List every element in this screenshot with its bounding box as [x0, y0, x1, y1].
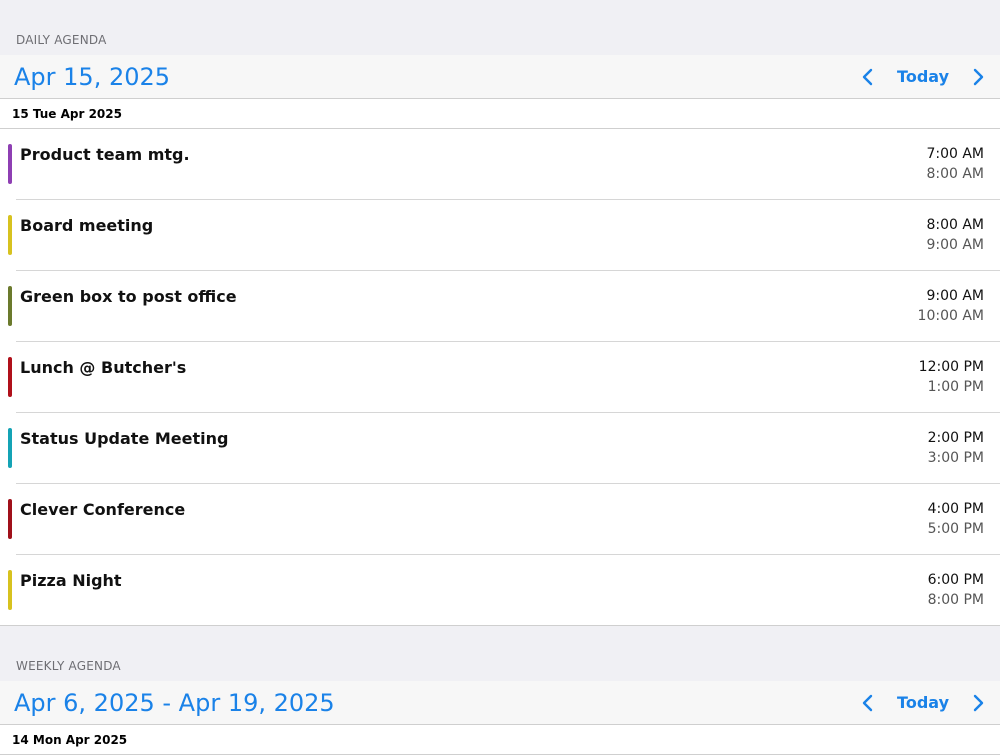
event-end-time: 9:00 AM — [926, 237, 984, 253]
event-start-time: 6:00 PM — [927, 572, 984, 588]
daily-agenda-title: Apr 15, 2025 — [14, 62, 171, 91]
event-color-bar — [8, 286, 12, 326]
event-end-time: 8:00 AM — [926, 166, 984, 182]
event-color-bar — [8, 144, 12, 184]
event-color-bar — [8, 499, 12, 539]
event-end-time: 1:00 PM — [927, 379, 984, 395]
event-end-time: 8:00 PM — [927, 592, 984, 608]
event-end-time: 5:00 PM — [927, 521, 984, 537]
event-title: Pizza Night — [20, 571, 122, 590]
daily-agenda-header: Apr 15, 2025 Today — [0, 55, 1000, 99]
daily-agenda-nav: Today — [861, 67, 985, 86]
weekly-agenda-nav: Today — [861, 693, 985, 712]
event-title: Lunch @ Butcher's — [20, 358, 187, 377]
daily-today-button[interactable]: Today — [889, 67, 957, 86]
event-start-time: 4:00 PM — [927, 501, 984, 517]
event-item[interactable]: Lunch @ Butcher's 12:00 PM 1:00 PM — [0, 342, 1000, 413]
event-start-time: 7:00 AM — [926, 146, 984, 162]
weekly-today-button[interactable]: Today — [889, 693, 957, 712]
event-color-bar — [8, 215, 12, 255]
weekly-prev-button[interactable] — [861, 694, 875, 712]
event-title: Clever Conference — [20, 500, 186, 519]
event-title: Board meeting — [20, 216, 154, 235]
daily-event-list: Product team mtg. 7:00 AM 8:00 AM Board mee… — [0, 129, 1000, 626]
event-title: Product team mtg. — [20, 145, 190, 164]
event-item[interactable]: Clever Conference 4:00 PM 5:00 PM — [0, 484, 1000, 555]
daily-agenda-section: DAILY AGENDA Apr 15, 2025 Today 15 Tue A… — [0, 0, 1000, 626]
chevron-left-icon — [862, 694, 873, 711]
daily-next-button[interactable] — [971, 68, 985, 86]
event-color-bar — [8, 570, 12, 610]
event-title: Status Update Meeting — [20, 429, 229, 448]
event-item[interactable]: Pizza Night 6:00 PM 8:00 PM — [0, 555, 1000, 626]
event-end-time: 3:00 PM — [927, 450, 984, 466]
event-start-time: 9:00 AM — [926, 288, 984, 304]
event-item[interactable]: Green box to post office 9:00 AM 10:00 AM — [0, 271, 1000, 342]
event-item[interactable]: Product team mtg. 7:00 AM 8:00 AM — [0, 129, 1000, 200]
weekly-day-header: 14 Mon Apr 2025 — [0, 725, 1000, 755]
weekly-agenda-section: WEEKLY AGENDA Apr 6, 2025 - Apr 19, 2025… — [0, 626, 1000, 755]
daily-day-header: 15 Tue Apr 2025 — [0, 99, 1000, 129]
weekly-agenda-title: Apr 6, 2025 - Apr 19, 2025 — [14, 688, 335, 717]
event-end-time: 10:00 AM — [917, 308, 984, 324]
daily-agenda-label: DAILY AGENDA — [0, 0, 1000, 55]
weekly-agenda-label: WEEKLY AGENDA — [0, 626, 1000, 681]
daily-prev-button[interactable] — [861, 68, 875, 86]
chevron-right-icon — [973, 694, 984, 711]
chevron-right-icon — [973, 68, 984, 85]
event-item[interactable]: Board meeting 8:00 AM 9:00 AM — [0, 200, 1000, 271]
weekly-agenda-header: Apr 6, 2025 - Apr 19, 2025 Today — [0, 681, 1000, 725]
event-color-bar — [8, 428, 12, 468]
event-start-time: 2:00 PM — [927, 430, 984, 446]
event-start-time: 12:00 PM — [918, 359, 984, 375]
event-title: Green box to post office — [20, 287, 237, 306]
chevron-left-icon — [862, 68, 873, 85]
event-item[interactable]: Status Update Meeting 2:00 PM 3:00 PM — [0, 413, 1000, 484]
event-color-bar — [8, 357, 12, 397]
event-start-time: 8:00 AM — [926, 217, 984, 233]
weekly-next-button[interactable] — [971, 694, 985, 712]
